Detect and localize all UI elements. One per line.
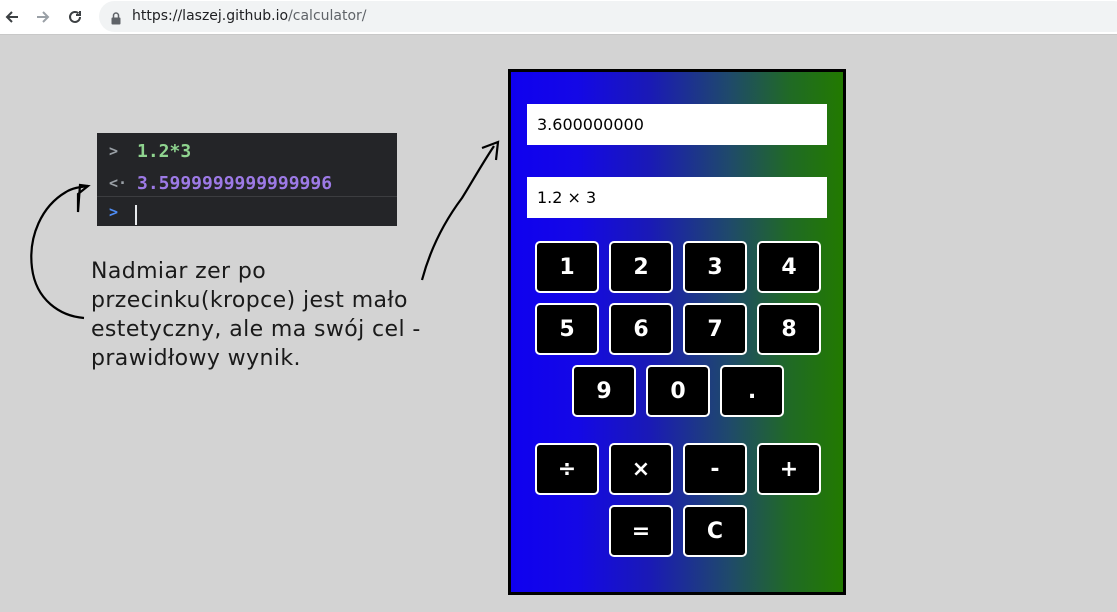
devtools-console-snippet: > 1.2*3 <· 3.5999999999999996 > bbox=[97, 133, 397, 226]
key-1[interactable]: 1 bbox=[535, 241, 599, 293]
forward-arrow-icon bbox=[35, 9, 51, 25]
console-prompt-line[interactable]: > bbox=[97, 196, 397, 228]
key-2[interactable]: 2 bbox=[609, 241, 673, 293]
expression-display: 1.2 × 3 bbox=[527, 177, 827, 218]
annotation-text: Nadmiar zer po przecinku(kropce) jest ma… bbox=[91, 257, 491, 373]
left-arrowhead-icon bbox=[76, 183, 91, 213]
left-arrow-icon bbox=[30, 184, 89, 320]
url-path: /calculator/ bbox=[288, 8, 367, 24]
reload-button[interactable] bbox=[63, 5, 87, 29]
back-arrow-icon bbox=[4, 9, 20, 25]
back-button[interactable] bbox=[0, 5, 24, 29]
url-text: https://laszej.github.io/calculator/ bbox=[132, 8, 367, 24]
key-multiply[interactable]: × bbox=[609, 443, 673, 495]
key-0[interactable]: 0 bbox=[646, 365, 710, 417]
lock-icon bbox=[111, 10, 121, 29]
key-equals[interactable]: = bbox=[609, 505, 673, 557]
result-display: 3.600000000 bbox=[527, 104, 827, 145]
console-output-line: <· 3.5999999999999996 bbox=[97, 168, 397, 199]
text-caret bbox=[135, 205, 137, 225]
annotation-line: estetyczny, ale ma swój cel - bbox=[91, 317, 421, 342]
key-4[interactable]: 4 bbox=[757, 241, 821, 293]
forward-button[interactable] bbox=[31, 5, 55, 29]
key-7[interactable]: 7 bbox=[683, 303, 747, 355]
key-8[interactable]: 8 bbox=[757, 303, 821, 355]
annotation-line: przecinku(kropce) jest mało bbox=[91, 288, 408, 313]
console-output: 3.5999999999999996 bbox=[137, 173, 333, 194]
key-subtract[interactable]: - bbox=[683, 443, 747, 495]
console-input: 1.2*3 bbox=[137, 141, 192, 162]
return-arrow-icon: <· bbox=[109, 174, 128, 192]
key-clear[interactable]: C bbox=[683, 505, 747, 557]
url-host: https://laszej.github.io bbox=[132, 8, 289, 24]
annotation-line: Nadmiar zer po bbox=[91, 259, 267, 284]
key-9[interactable]: 9 bbox=[572, 365, 636, 417]
key-add[interactable]: + bbox=[757, 443, 821, 495]
key-5[interactable]: 5 bbox=[535, 303, 599, 355]
key-decimal[interactable]: . bbox=[720, 365, 784, 417]
browser-toolbar: https://laszej.github.io/calculator/ bbox=[0, 0, 1117, 35]
chevron-right-icon: > bbox=[109, 203, 119, 221]
console-input-line: > 1.2*3 bbox=[97, 136, 397, 167]
chevron-right-icon: > bbox=[109, 142, 119, 160]
reload-icon bbox=[67, 9, 83, 25]
address-bar[interactable]: https://laszej.github.io/calculator/ bbox=[99, 1, 1117, 32]
annotation-line: prawidłowy wynik. bbox=[91, 346, 301, 371]
key-6[interactable]: 6 bbox=[609, 303, 673, 355]
calculator: 3.600000000 1.2 × 3 1 2 3 4 5 6 7 8 9 0 … bbox=[508, 69, 846, 595]
right-arrowhead-icon bbox=[481, 140, 500, 161]
key-3[interactable]: 3 bbox=[683, 241, 747, 293]
key-divide[interactable]: ÷ bbox=[535, 443, 599, 495]
